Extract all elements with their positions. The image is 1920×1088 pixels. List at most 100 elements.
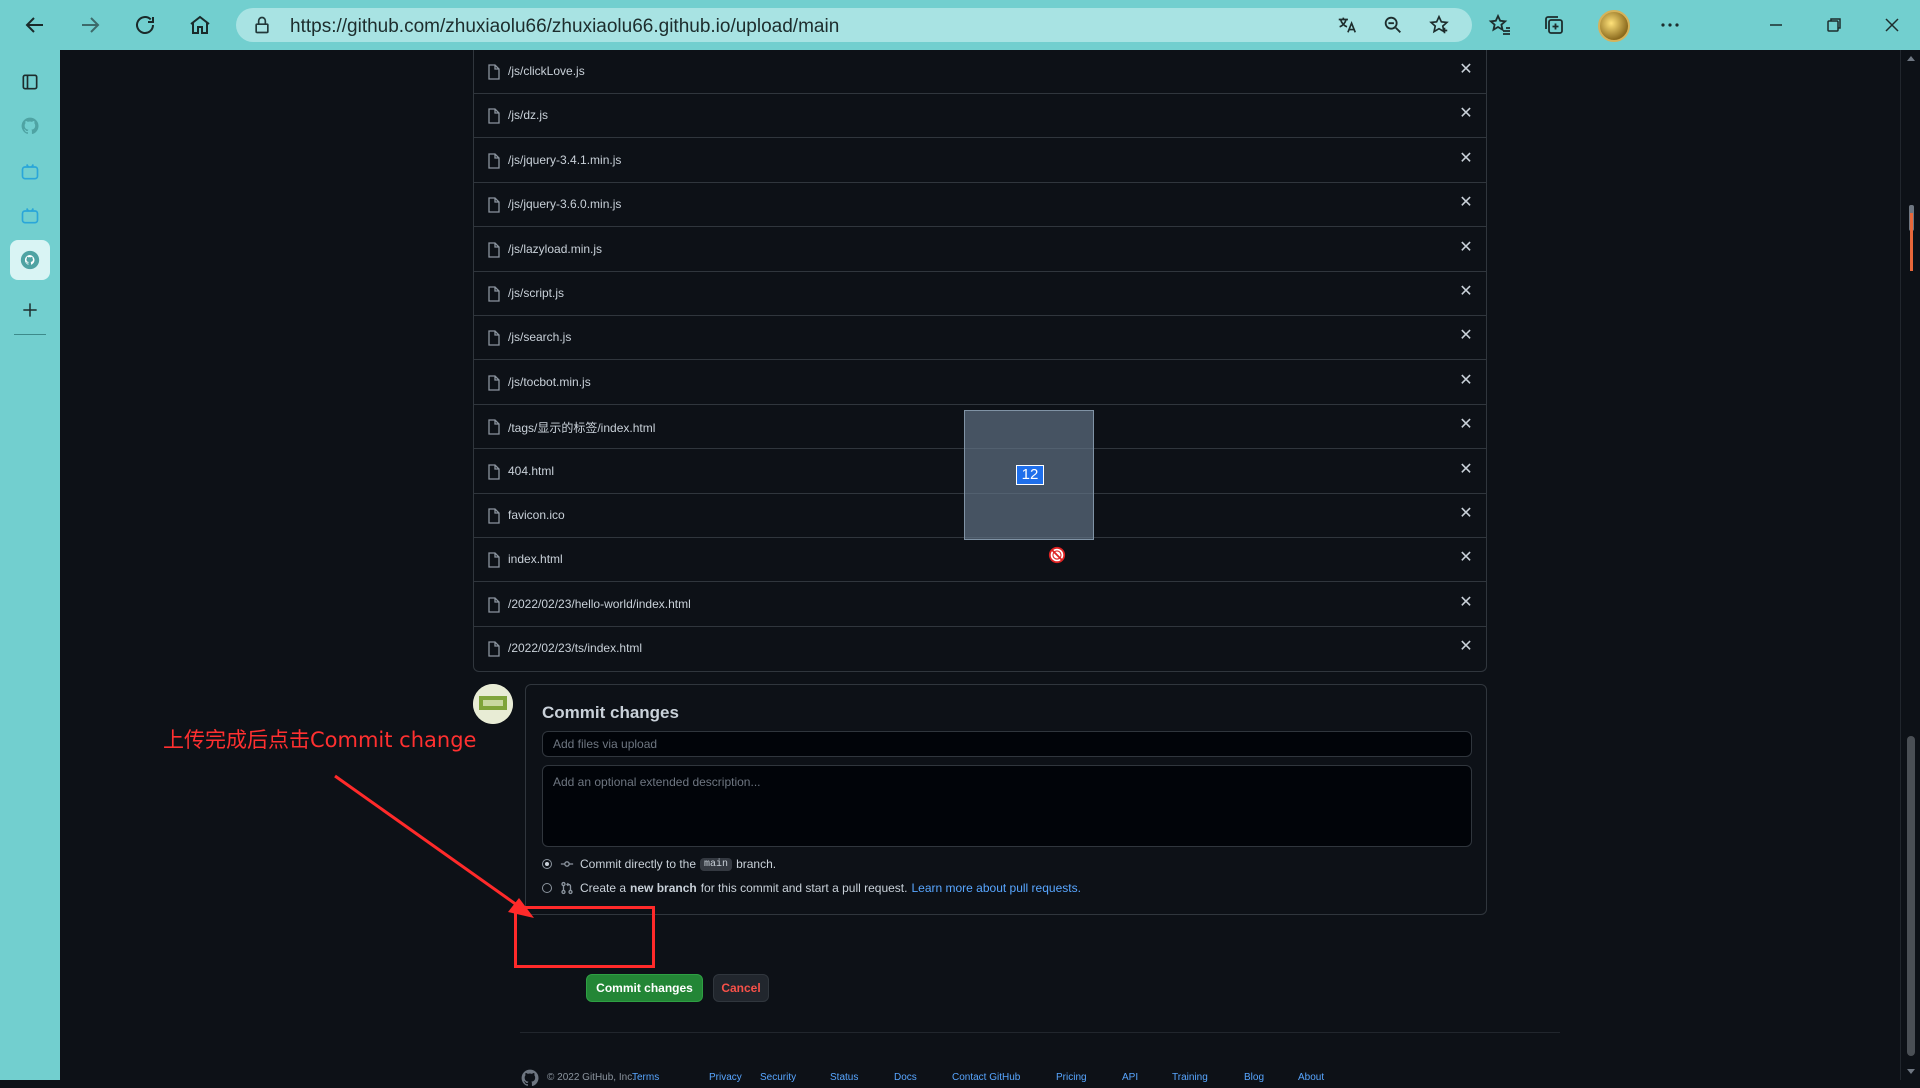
footer-link-status[interactable]: Status (830, 1072, 858, 1083)
commit-new-branch-option[interactable]: Create a new branch for this commit and … (542, 879, 1081, 897)
remove-file-icon[interactable]: ✕ (1457, 61, 1475, 79)
commit-description-input[interactable] (542, 765, 1472, 847)
file-icon (488, 153, 500, 169)
github-icon (21, 117, 39, 135)
footer-link-docs[interactable]: Docs (894, 1072, 917, 1083)
footer-link-contact-github[interactable]: Contact GitHub (952, 1072, 1020, 1083)
remove-file-icon[interactable]: ✕ (1457, 150, 1475, 168)
commit-new-bold: new branch (630, 881, 697, 895)
file-icon (488, 64, 500, 80)
github-mark-icon[interactable] (520, 1068, 540, 1088)
file-row: /2022/02/23/ts/index.html ✕ (474, 627, 1486, 671)
commit-new-prefix: Create a (580, 881, 627, 895)
file-icon (488, 108, 500, 125)
annotation-text: 上传完成后点击Commit change (163, 728, 477, 752)
file-row: /js/dz.js ✕ (474, 94, 1486, 139)
file-icon (488, 330, 500, 347)
remove-file-icon[interactable]: ✕ (1457, 505, 1475, 523)
commit-direct-option[interactable]: Commit directly to the main branch. (542, 855, 776, 873)
remove-file-icon[interactable]: ✕ (1457, 638, 1475, 656)
file-icon (488, 641, 500, 657)
footer-copyright: © 2022 GitHub, Inc. (547, 1072, 635, 1083)
remove-file-icon[interactable]: ✕ (1457, 105, 1475, 123)
file-row: /js/tocbot.min.js ✕ (474, 361, 1486, 405)
drag-preview: 12 (964, 410, 1094, 540)
scroll-highlight-marker (1910, 213, 1913, 271)
lock-icon[interactable] (252, 15, 272, 35)
remove-file-icon[interactable]: ✕ (1457, 327, 1475, 345)
commit-changes-button[interactable]: Commit changes (586, 974, 703, 1002)
forward-button[interactable] (72, 8, 108, 42)
scrollbar-thumb[interactable] (1907, 736, 1915, 1056)
footer-link-pricing[interactable]: Pricing (1056, 1072, 1087, 1083)
home-icon (190, 15, 210, 34)
address-bar[interactable]: https://github.com/zhuxiaolu66/zhuxiaolu… (236, 8, 1472, 42)
file-name: /js/dz.js (508, 108, 549, 123)
file-name: /js/tocbot.min.js (508, 374, 591, 389)
file-name: index.html (508, 552, 563, 567)
sidebar-bilibili-tab-1[interactable] (14, 156, 46, 188)
scroll-up-icon[interactable] (1906, 54, 1916, 62)
user-avatar (473, 684, 513, 724)
file-row: /2022/02/23/hello-world/index.html ✕ (474, 583, 1486, 627)
tab-actions-button[interactable] (14, 66, 46, 98)
footer-link-privacy[interactable]: Privacy (709, 1072, 742, 1083)
zoom-out-icon[interactable] (1382, 14, 1404, 36)
footer-link-security[interactable]: Security (760, 1072, 796, 1083)
file-name: favicon.ico (508, 508, 565, 522)
profile-avatar[interactable] (1598, 10, 1630, 42)
footer-link-training[interactable]: Training (1172, 1072, 1208, 1083)
remove-file-icon[interactable]: ✕ (1457, 239, 1475, 257)
file-icon (488, 552, 500, 569)
pull-request-icon (561, 881, 573, 895)
collections-icon[interactable] (1542, 13, 1566, 37)
remove-file-icon[interactable]: ✕ (1457, 461, 1475, 479)
sidebar-bilibili-tab-2[interactable] (14, 200, 46, 232)
refresh-icon (136, 16, 154, 34)
add-sidebar-app-button[interactable] (14, 294, 46, 326)
home-button[interactable] (182, 8, 218, 42)
remove-file-icon[interactable]: ✕ (1457, 416, 1475, 434)
vertical-tabs-icon (22, 74, 38, 90)
arrow-left-icon (25, 17, 43, 33)
footer-link-api[interactable]: API (1122, 1072, 1138, 1083)
remove-file-icon[interactable]: ✕ (1457, 372, 1475, 390)
back-button[interactable] (17, 8, 53, 42)
remove-file-icon[interactable]: ✕ (1457, 549, 1475, 567)
learn-more-link[interactable]: Learn more about pull requests. (911, 881, 1080, 895)
file-icon (488, 375, 500, 391)
browser-sidebar (0, 50, 60, 1080)
file-name: /tags/显示的标签/index.html (508, 421, 656, 436)
file-icon (488, 463, 500, 480)
remove-file-icon[interactable]: ✕ (1457, 594, 1475, 612)
favorites-icon[interactable] (1488, 13, 1512, 37)
footer-link-about[interactable]: About (1298, 1072, 1324, 1083)
remove-file-icon[interactable]: ✕ (1457, 283, 1475, 301)
restore-icon[interactable] (1822, 13, 1846, 37)
footer-link-blog[interactable]: Blog (1244, 1072, 1264, 1083)
close-window-icon[interactable] (1880, 13, 1904, 37)
commit-new-branch-radio[interactable] (542, 883, 552, 893)
footer-link-terms[interactable]: Terms (632, 1072, 659, 1083)
plus-icon (23, 303, 37, 317)
file-icon (488, 197, 500, 213)
add-favorite-icon[interactable] (1428, 14, 1450, 36)
file-name: /2022/02/23/ts/index.html (508, 641, 643, 656)
cancel-button[interactable]: Cancel (713, 974, 769, 1002)
sidebar-github-tab[interactable] (14, 110, 46, 142)
scroll-down-icon[interactable] (1906, 1068, 1916, 1076)
remove-file-icon[interactable]: ✕ (1457, 194, 1475, 212)
refresh-button[interactable] (127, 8, 163, 42)
file-name: /2022/02/23/hello-world/index.html (508, 596, 691, 611)
file-name: /js/search.js (508, 330, 572, 345)
commit-summary-input[interactable] (542, 731, 1472, 757)
sidebar-github-tab-active[interactable] (10, 240, 50, 280)
no-drop-cursor-icon (1048, 546, 1066, 564)
file-name: 404.html (508, 463, 555, 478)
translate-icon[interactable] (1336, 14, 1358, 36)
commit-direct-radio[interactable] (542, 859, 552, 869)
url-text[interactable]: https://github.com/zhuxiaolu66/zhuxiaolu… (290, 16, 839, 38)
file-row: /js/script.js ✕ (474, 272, 1486, 316)
minimize-icon[interactable] (1764, 13, 1788, 37)
more-icon[interactable] (1658, 13, 1682, 37)
